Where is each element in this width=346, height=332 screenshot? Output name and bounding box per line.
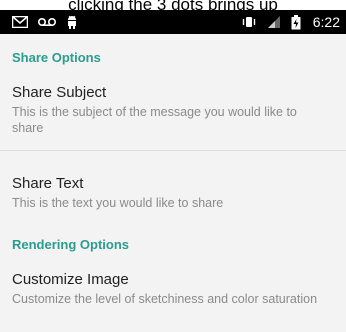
gmail-icon: [12, 16, 28, 28]
pref-share-text-title: Share Text: [12, 175, 84, 192]
caption-text: clicking the 3 dots brings up: [0, 0, 346, 10]
status-bar: 6:22: [0, 10, 346, 34]
divider: [0, 150, 346, 151]
status-right-icons: 6:22: [241, 14, 340, 30]
status-time: 6:22: [312, 14, 340, 30]
section-header-rendering-options: Rendering Options: [12, 237, 129, 252]
settings-screen: Share Options Share Subject This is the …: [0, 34, 346, 332]
pref-share-text-summary: This is the text you would like to share: [12, 196, 224, 210]
vibrate-icon: [241, 16, 257, 28]
pref-share-subject-summary: This is the subject of the message you w…: [12, 105, 297, 135]
pref-customize-image-summary: Customize the level of sketchiness and c…: [12, 292, 318, 306]
pref-share-text[interactable]: Share Text This is the text you would li…: [0, 175, 346, 211]
pref-customize-image[interactable]: Customize Image Customize the level of s…: [0, 271, 346, 307]
pref-customize-image-title: Customize Image: [12, 271, 129, 288]
pref-share-subject-title: Share Subject: [12, 84, 107, 101]
battery-icon: [291, 14, 301, 30]
signal-icon: [267, 15, 281, 29]
voicemail-icon: [38, 17, 56, 27]
android-icon: [66, 15, 78, 29]
pref-share-subject[interactable]: Share Subject This is the subject of the…: [0, 84, 346, 136]
status-left-icons: [12, 15, 78, 29]
section-header-share-options: Share Options: [12, 50, 101, 65]
